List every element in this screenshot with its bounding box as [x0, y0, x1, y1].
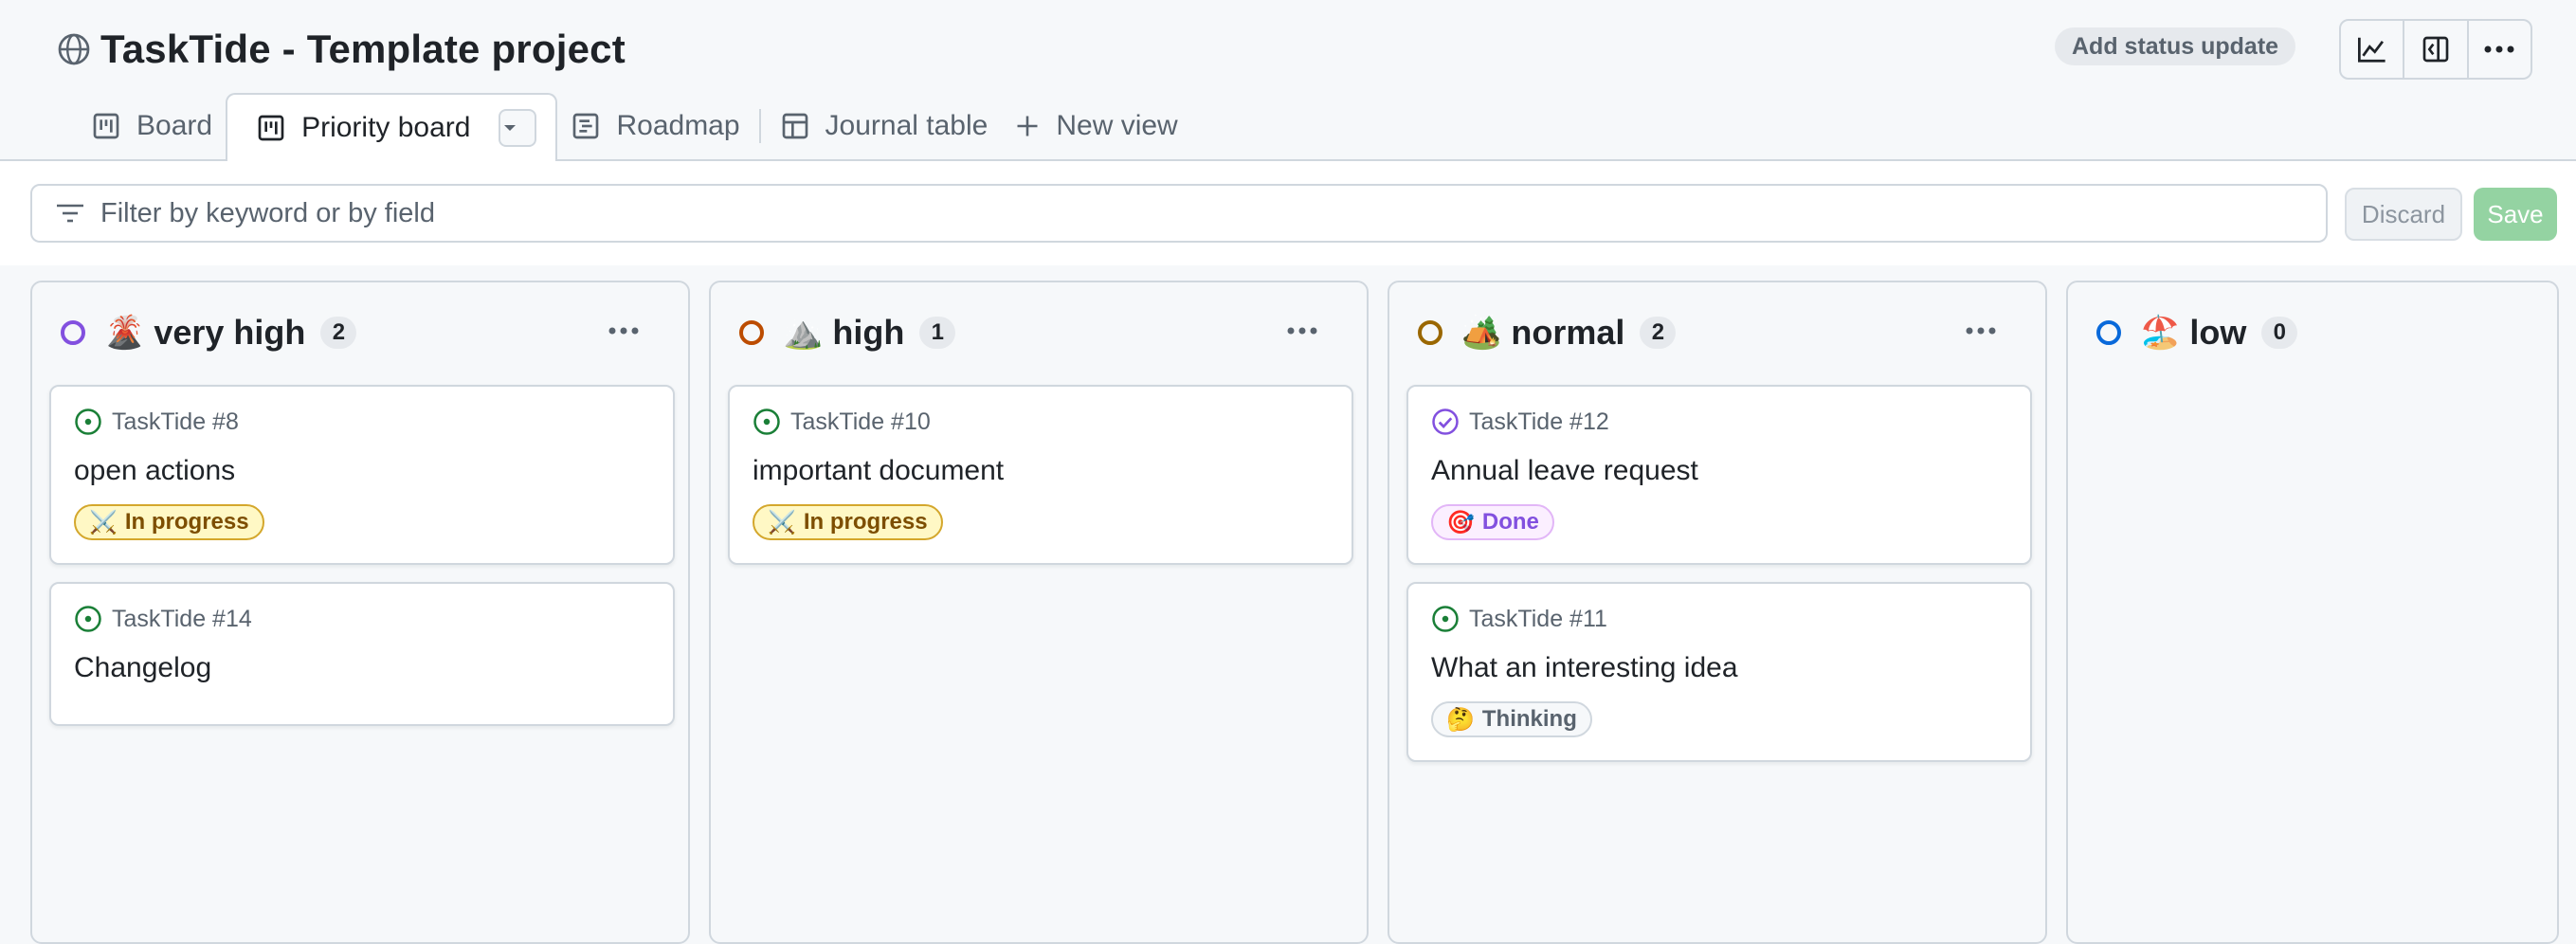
badge-label: Thinking	[1481, 706, 1577, 732]
more-options-icon[interactable]	[2469, 21, 2531, 78]
badge-label: In progress	[803, 509, 928, 535]
tab-label: Priority board	[301, 112, 471, 143]
issue-number: TaskTide #11	[1469, 605, 1607, 632]
add-status-update-button[interactable]: Add status update	[2055, 27, 2296, 65]
column-more-options-icon[interactable]	[1962, 317, 2000, 345]
board-column-low: 🏖️ low 0	[2066, 281, 2559, 944]
issue-title[interactable]: What an interesting idea	[1431, 652, 1738, 684]
save-button[interactable]: Save	[2474, 188, 2557, 241]
tab-board[interactable]: Board	[78, 93, 226, 159]
badge-emoji: ⚔️	[768, 509, 796, 536]
discard-button[interactable]: Discard	[2345, 188, 2462, 241]
column-header: 🏕️ normal 2	[1418, 309, 1677, 356]
status-circle-icon	[61, 320, 85, 345]
filter-bar: Filter by keyword or by field Discard Sa…	[0, 161, 2576, 265]
column-header: 🏖️ low 0	[2096, 309, 2298, 356]
issue-number: TaskTide #8	[112, 408, 239, 435]
column-more-options-icon[interactable]	[605, 317, 643, 345]
view-toolbar	[2339, 19, 2532, 80]
view-tabs: Board Priority board Roadmap Journal tab…	[78, 93, 1191, 161]
column-count-badge: 2	[1640, 317, 1677, 349]
issue-open-icon	[753, 408, 780, 435]
new-view-button[interactable]: New view	[1001, 93, 1190, 159]
column-count-badge: 1	[919, 317, 956, 349]
issue-reference: TaskTide #10	[753, 408, 931, 436]
tab-divider	[758, 109, 761, 143]
status-badge: 🤔 Thinking	[1431, 701, 1592, 737]
column-title: low	[2189, 313, 2247, 352]
roadmap-icon	[573, 113, 599, 139]
table-icon	[782, 113, 807, 139]
tab-label: Board	[136, 110, 213, 141]
issue-title[interactable]: important document	[753, 455, 1004, 487]
column-emoji: ⛰️	[783, 315, 824, 351]
tab-roadmap[interactable]: Roadmap	[557, 93, 753, 159]
globe-icon	[58, 33, 90, 65]
board-column-very-high: 🌋 very high 2 TaskTide #8 open actions ⚔️ In p…	[30, 281, 690, 944]
title-row: TaskTide - Template project	[57, 21, 626, 78]
issue-open-icon	[1432, 606, 1459, 632]
view-options-dropdown[interactable]	[499, 109, 537, 147]
issue-title[interactable]: Changelog	[74, 652, 211, 684]
board-column-high: ⛰️ high 1 TaskTide #10 important document ⚔️ I…	[709, 281, 1369, 944]
column-header: ⛰️ high 1	[739, 309, 956, 356]
column-header: 🌋 very high 2	[61, 309, 357, 356]
status-circle-icon	[739, 320, 764, 345]
board-icon	[93, 113, 119, 139]
chevron-down-icon	[504, 125, 517, 131]
filter-icon	[57, 204, 83, 223]
filter-placeholder: Filter by keyword or by field	[100, 197, 435, 228]
issue-reference: TaskTide #8	[74, 408, 239, 436]
status-badge: ⚔️ In progress	[753, 504, 943, 540]
chart-icon[interactable]	[2341, 21, 2405, 78]
status-badge: ⚔️ In progress	[74, 504, 264, 540]
column-title: high	[832, 313, 905, 352]
plus-icon	[1017, 116, 1038, 136]
sidebar-panel-icon[interactable]	[2404, 21, 2469, 78]
badge-emoji: 🎯	[1446, 509, 1475, 536]
issue-open-icon	[75, 408, 101, 435]
badge-label: Done	[1481, 509, 1539, 535]
issue-number: TaskTide #10	[790, 408, 931, 435]
issue-number: TaskTide #14	[112, 605, 252, 632]
badge-emoji: ⚔️	[89, 509, 118, 536]
badge-emoji: 🤔	[1446, 706, 1475, 733]
project-header: TaskTide - Template project Add status u…	[0, 0, 2576, 161]
column-count-badge: 2	[320, 317, 357, 349]
issue-card[interactable]: TaskTide #14 Changelog	[49, 582, 675, 726]
badge-label: In progress	[124, 509, 249, 535]
issue-card[interactable]: TaskTide #10 important document ⚔️ In progr…	[728, 385, 1353, 565]
status-badge: 🎯 Done	[1431, 504, 1554, 540]
column-title: normal	[1511, 313, 1625, 352]
board-column-normal: 🏕️ normal 2 TaskTide #12 Annual leave reques…	[1388, 281, 2047, 944]
board-icon	[258, 115, 284, 141]
issue-title[interactable]: open actions	[74, 455, 235, 487]
issue-card[interactable]: TaskTide #11 What an interesting idea 🤔 Thi…	[1406, 582, 2032, 762]
status-circle-icon	[1418, 320, 1442, 345]
tab-label: Roadmap	[616, 110, 740, 141]
tab-priority-board[interactable]: Priority board	[226, 93, 558, 161]
column-emoji: 🌋	[104, 315, 145, 351]
page-title: TaskTide - Template project	[100, 27, 626, 71]
issue-reference: TaskTide #11	[1431, 605, 1607, 633]
column-more-options-icon[interactable]	[1283, 317, 1321, 345]
issue-open-icon	[75, 606, 101, 632]
issue-reference: TaskTide #14	[74, 605, 252, 633]
column-count-badge: 0	[2261, 317, 2298, 349]
filter-input[interactable]: Filter by keyword or by field	[30, 184, 2328, 243]
column-emoji: 🏖️	[2140, 315, 2181, 351]
issue-card[interactable]: TaskTide #8 open actions ⚔️ In progress	[49, 385, 675, 565]
tab-label: Journal table	[825, 110, 989, 141]
status-circle-icon	[2096, 320, 2121, 345]
column-emoji: 🏕️	[1461, 315, 1502, 351]
column-title: very high	[154, 313, 306, 352]
issue-reference: TaskTide #12	[1431, 408, 1609, 436]
issue-card[interactable]: TaskTide #12 Annual leave request 🎯 Done	[1406, 385, 2032, 565]
issue-closed-icon	[1432, 408, 1459, 435]
tab-journal-table[interactable]: Journal table	[767, 93, 1002, 159]
tab-label: New view	[1056, 110, 1178, 141]
issue-title[interactable]: Annual leave request	[1431, 455, 1698, 487]
issue-number: TaskTide #12	[1469, 408, 1609, 435]
